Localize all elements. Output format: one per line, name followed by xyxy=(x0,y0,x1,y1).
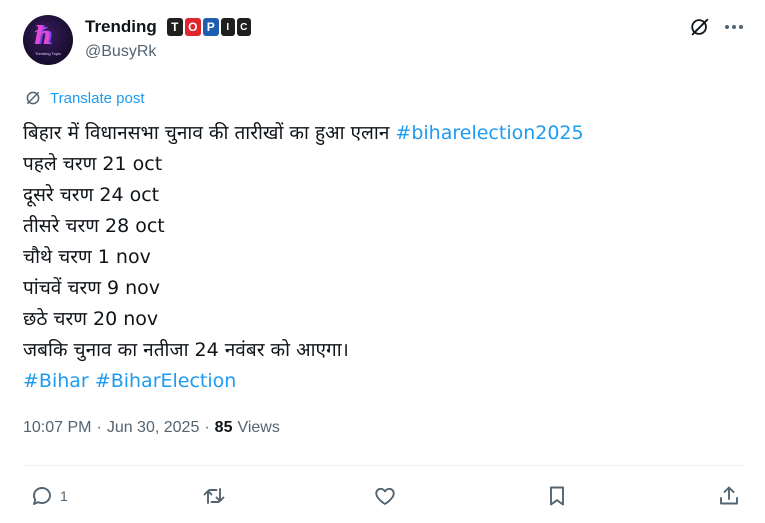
meta-separator: · xyxy=(96,419,102,436)
post-line: जबकि चुनाव का नतीजा 24 नवंबर को आएगा। xyxy=(23,339,349,361)
post-line: दूसरे चरण 24 oct xyxy=(23,184,160,206)
post-line: पांचवें चरण 9 nov xyxy=(23,277,161,299)
author-name-row: Trending T O P I C xyxy=(85,16,251,38)
post-meta: 10:07 PM · Jun 30, 2025 · 85 Views xyxy=(23,419,280,437)
reply-count: 1 xyxy=(60,488,68,504)
badge-letter-t: T xyxy=(166,18,183,36)
share-icon xyxy=(720,486,738,505)
badge-letter-o: O xyxy=(184,18,201,36)
hashtag-link[interactable]: #BiharElection xyxy=(95,370,237,392)
reply-button[interactable]: 1 xyxy=(30,483,68,509)
display-name[interactable]: Trending xyxy=(85,17,157,37)
post-line: छठे चरण 20 nov xyxy=(23,308,159,330)
post-text: बिहार में विधानसभा चुनाव की तारीखों का ह… xyxy=(23,122,396,144)
repost-icon xyxy=(203,488,225,504)
hashtag-line: #Bihar #BiharElection xyxy=(23,366,743,397)
bookmark-icon xyxy=(550,486,564,506)
author-handle[interactable]: @BusyRk xyxy=(85,43,156,61)
post-line: पहले चरण 21 oct xyxy=(23,153,163,175)
post-date[interactable]: Jun 30, 2025 xyxy=(107,419,200,437)
reply-icon xyxy=(33,487,51,505)
tweet: ℏ Trending Topic Trending T O P I C @Bus… xyxy=(0,0,765,523)
views-label: Views xyxy=(237,419,280,436)
translate-icon xyxy=(26,91,40,105)
share-button[interactable] xyxy=(717,483,741,509)
topic-badge: T O P I C xyxy=(166,18,251,36)
translate-label: Translate post xyxy=(50,89,145,107)
divider xyxy=(23,465,746,466)
views-count: 85 xyxy=(214,419,233,436)
repost-button[interactable] xyxy=(202,483,226,509)
post-time[interactable]: 10:07 PM xyxy=(23,419,91,437)
like-button[interactable] xyxy=(373,483,397,509)
avatar-logo-text: Trending Topic xyxy=(34,51,61,56)
meta-separator: · xyxy=(204,419,210,436)
like-icon xyxy=(375,487,395,505)
bookmark-button[interactable] xyxy=(545,483,569,509)
post-line: बिहार में विधानसभा चुनाव की तारीखों का ह… xyxy=(23,118,743,149)
post-body: बिहार में विधानसभा चुनाव की तारीखों का ह… xyxy=(23,118,743,397)
avatar-logo-glyph: ℏ xyxy=(34,21,52,50)
badge-letter-c: C xyxy=(236,18,251,36)
hashtag-link[interactable]: #Bihar xyxy=(23,370,89,392)
grok-icon[interactable] xyxy=(689,16,711,38)
hashtag-link[interactable]: #biharelection2025 xyxy=(395,122,583,144)
post-line: तीसरे चरण 28 oct xyxy=(23,215,165,237)
badge-letter-i: I xyxy=(220,18,235,36)
translate-post[interactable]: Translate post xyxy=(24,88,145,108)
avatar[interactable]: ℏ Trending Topic xyxy=(23,15,73,65)
badge-letter-p: P xyxy=(202,18,219,36)
more-icon[interactable] xyxy=(722,16,746,38)
post-line: चौथे चरण 1 nov xyxy=(23,246,151,268)
